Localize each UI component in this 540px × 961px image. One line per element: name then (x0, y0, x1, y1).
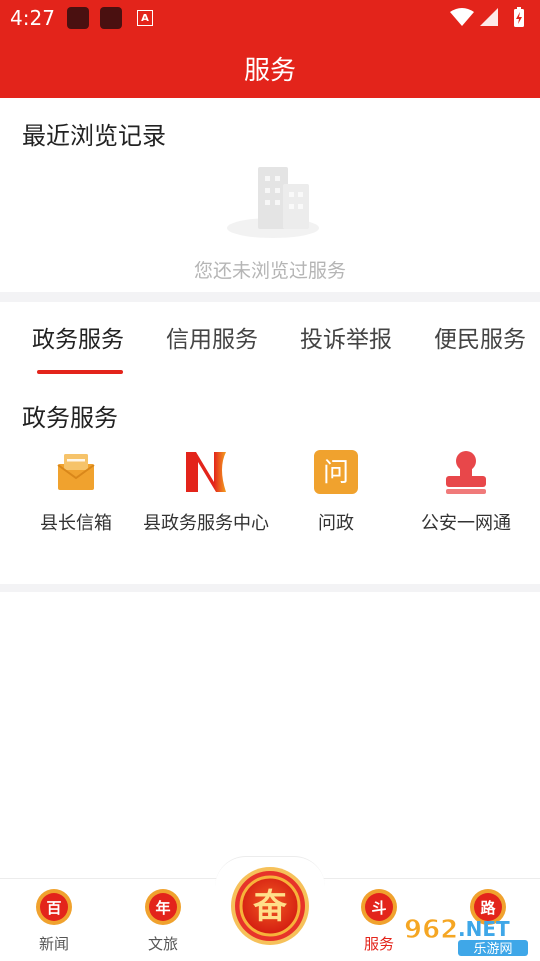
n-logo-icon (186, 452, 226, 492)
wenzheng-icon: 问 (314, 450, 358, 494)
watermark-logo: 962 .NET 乐游网 (404, 915, 528, 956)
police-one-network-label: 公安一网通 (421, 513, 511, 534)
nav-culture-travel[interactable]: 年 文旅 (128, 887, 198, 954)
wenzheng-icon-glyph: 问 (323, 458, 349, 488)
nav-culture-travel-label: 文旅 (147, 935, 178, 953)
watermark-site: 乐游网 (473, 942, 512, 956)
county-mailbox-item[interactable]: 县长信箱 (11, 448, 141, 538)
a-notification-icon: A (137, 10, 153, 26)
services-nav-icon: 斗 (361, 889, 397, 925)
center-button-glyph: 奋 (253, 887, 287, 927)
news-nav-icon: 百 (36, 889, 72, 925)
tab-convenience-services[interactable]: 便民服务 (434, 320, 526, 354)
police-one-network-item[interactable]: 公安一网通 (401, 448, 531, 538)
page-title: 服务 (243, 56, 296, 86)
signal-icon (480, 8, 498, 26)
gov-services-title: 政务服务 (22, 404, 118, 432)
wifi-icon (450, 8, 474, 26)
stamp-icon (446, 451, 486, 494)
news-nav-icon-glyph: 百 (46, 899, 61, 917)
empty-buildings-illustration (227, 167, 319, 238)
tab-government-services[interactable]: 政务服务 (32, 320, 124, 354)
status-time: 4:27 (10, 6, 55, 30)
nav-news-label: 新闻 (38, 935, 69, 953)
battery-icon (514, 7, 524, 27)
recent-history-section: 最近浏览记录 您还未浏览过服务 (0, 98, 540, 292)
status-bar: 4:27 A (0, 0, 540, 36)
county-service-center-item[interactable]: 县政务服务中心 (141, 448, 271, 538)
wenzheng-label: 问政 (318, 513, 354, 534)
wenzheng-item[interactable]: 问 问政 (271, 448, 401, 538)
app-header: 服务 (0, 36, 540, 98)
nav-news[interactable]: 百 新闻 (19, 887, 89, 954)
notification-app-icon (67, 7, 89, 29)
culture-travel-nav-icon-glyph: 年 (155, 899, 170, 917)
mailbox-icon (57, 454, 95, 490)
culture-travel-nav-icon: 年 (145, 889, 181, 925)
county-mailbox-label: 县长信箱 (40, 513, 112, 534)
notification-app-icon (100, 7, 122, 29)
empty-history-text: 您还未浏览过服务 (193, 260, 346, 282)
county-service-center-label: 县政务服务中心 (143, 513, 269, 534)
watermark-number: 962 (404, 915, 458, 945)
active-tab-indicator (37, 370, 123, 374)
section-divider (0, 292, 540, 302)
section-divider (0, 584, 540, 592)
center-fen-button[interactable]: 奋 (230, 866, 310, 946)
service-tabs: 政务服务 信用服务 投诉举报 便民服务 (0, 302, 540, 380)
tab-complaint-report[interactable]: 投诉举报 (300, 320, 392, 354)
system-status-icons (450, 7, 524, 27)
watermark-suffix: .NET (458, 917, 510, 941)
services-nav-icon-glyph: 斗 (371, 899, 386, 917)
recent-history-title: 最近浏览记录 (22, 122, 166, 150)
tab-credit-services[interactable]: 信用服务 (166, 320, 258, 354)
